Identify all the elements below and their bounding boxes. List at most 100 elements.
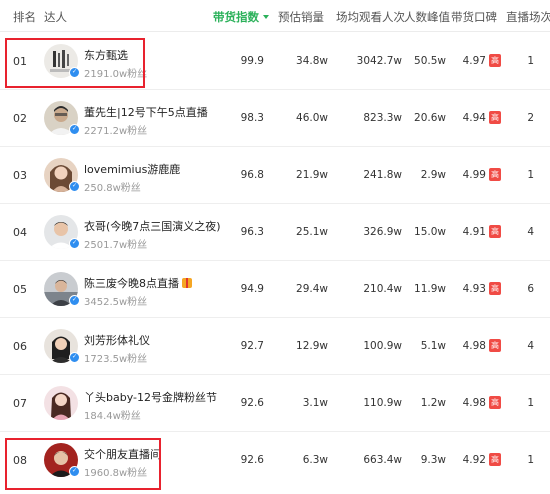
index-value: 92.7: [240, 340, 264, 352]
rank-number: 05: [13, 283, 27, 296]
table-row[interactable]: 06 ✓ 刘芳形体礼仪 1723.5w粉丝 92.7 12.9w 100.9w …: [0, 318, 550, 375]
fan-count: 2191.0w粉丝: [84, 69, 148, 80]
peak-value: 15.0w: [414, 226, 446, 238]
index-value: 92.6: [240, 397, 264, 409]
session-count: 4: [527, 226, 534, 238]
high-badge: 高: [489, 339, 501, 352]
header-streamer: 达人: [44, 10, 67, 24]
sales-value: 34.8w: [296, 55, 328, 67]
fan-count: 250.8w粉丝: [84, 183, 141, 194]
peak-value: 9.3w: [420, 454, 446, 466]
fan-count: 2501.7w粉丝: [84, 240, 148, 251]
views-value: 823.3w: [363, 112, 402, 124]
high-badge: 高: [489, 54, 501, 67]
rank-number: 07: [13, 397, 27, 410]
index-value: 98.3: [240, 112, 264, 124]
reputation-value: 4.91: [462, 226, 486, 238]
table-row[interactable]: 01 ✓ 东方甄选 2191.0w粉丝 99.9 34.8w 3042.7w 5…: [0, 33, 550, 90]
high-badge: 高: [489, 168, 501, 181]
streamer-name[interactable]: 陈三废今晚8点直播: [84, 275, 192, 291]
table-row[interactable]: 08 ✓ 交个朋友直播间 1960.8w粉丝 92.6 6.3w 663.4w …: [0, 432, 550, 494]
peak-value: 11.9w: [414, 283, 446, 295]
rank-number: 06: [13, 340, 27, 353]
index-value: 99.9: [240, 55, 264, 67]
peak-value: 5.1w: [420, 340, 446, 352]
reputation-value: 4.93: [462, 283, 486, 295]
streamer-name[interactable]: 衣哥(今晚7点三国演义之夜): [84, 218, 221, 234]
index-value: 94.9: [240, 283, 264, 295]
streamer-name[interactable]: 丫头baby-12号金牌粉丝节: [84, 389, 217, 405]
sales-value: 3.1w: [302, 397, 328, 409]
sales-value: 25.1w: [296, 226, 328, 238]
table-row[interactable]: 03 ✓ lovemimius游鹿鹿 250.8w粉丝 96.8 21.9w 2…: [0, 147, 550, 204]
session-count: 1: [527, 55, 534, 67]
table-row[interactable]: 02 ✓ 董先生|12号下午5点直播 2271.2w粉丝 98.3 46.0w …: [0, 90, 550, 147]
table-row[interactable]: 05 ✓ 陈三废今晚8点直播 3452.5w粉丝 94.9 29.4w 210.…: [0, 261, 550, 318]
streamer-name[interactable]: 交个朋友直播间: [84, 446, 161, 462]
reputation-value: 4.99: [462, 169, 486, 181]
table-row[interactable]: 07 ✓ 丫头baby-12号金牌粉丝节 184.4w粉丝 92.6 3.1w …: [0, 375, 550, 432]
streamer-name[interactable]: lovemimius游鹿鹿: [84, 161, 180, 177]
sort-desc-icon: [263, 14, 269, 19]
session-count: 1: [527, 169, 534, 181]
views-value: 100.9w: [363, 340, 402, 352]
reputation-value: 4.97: [462, 55, 486, 67]
fan-count: 184.4w粉丝: [84, 411, 141, 422]
streamer-name[interactable]: 东方甄选: [84, 47, 128, 63]
high-badge: 高: [489, 225, 501, 238]
high-badge: 高: [489, 282, 501, 295]
verified-icon: ✓: [69, 238, 80, 249]
verified-icon: ✓: [69, 466, 80, 477]
sales-value: 29.4w: [296, 283, 328, 295]
verified-icon: ✓: [69, 124, 80, 135]
index-value: 96.3: [240, 226, 264, 238]
reputation-value: 4.94: [462, 112, 486, 124]
fan-count: 1723.5w粉丝: [84, 354, 148, 365]
header-views[interactable]: 场均观看人次: [336, 9, 405, 25]
header-sales[interactable]: 预估销量: [278, 9, 324, 25]
reputation-value: 4.98: [462, 397, 486, 409]
header-rank: 排名: [13, 10, 36, 24]
header-reputation[interactable]: 带货口碑: [451, 9, 497, 25]
header-peak[interactable]: 人数峰值: [404, 9, 450, 25]
high-badge: 高: [489, 453, 501, 466]
header-index-sort[interactable]: 带货指数: [213, 9, 269, 25]
session-count: 6: [527, 283, 534, 295]
reputation-value: 4.98: [462, 340, 486, 352]
avatar[interactable]: [44, 386, 78, 420]
session-count: 1: [527, 397, 534, 409]
verified-icon: ✓: [69, 181, 80, 192]
rank-number: 08: [13, 454, 27, 467]
views-value: 3042.7w: [356, 55, 402, 67]
streamer-name[interactable]: 刘芳形体礼仪: [84, 332, 150, 348]
table-header: 排名 达人 带货指数 预估销量 场均观看人次 人数峰值 带货口碑 直播场次: [0, 0, 550, 32]
session-count: 4: [527, 340, 534, 352]
streamer-name-text: 陈三废今晚8点直播: [84, 277, 179, 290]
session-count: 1: [527, 454, 534, 466]
views-value: 663.4w: [363, 454, 402, 466]
peak-value: 2.9w: [420, 169, 446, 181]
session-count: 2: [527, 112, 534, 124]
streamer-name[interactable]: 董先生|12号下午5点直播: [84, 104, 208, 120]
views-value: 326.9w: [363, 226, 402, 238]
fan-count: 1960.8w粉丝: [84, 468, 148, 479]
peak-value: 20.6w: [414, 112, 446, 124]
index-value: 96.8: [240, 169, 264, 181]
verified-icon: ✓: [69, 352, 80, 363]
rank-number: 01: [13, 55, 27, 68]
sales-value: 21.9w: [296, 169, 328, 181]
fan-count: 3452.5w粉丝: [84, 297, 148, 308]
views-value: 110.9w: [363, 397, 402, 409]
gift-icon: [182, 278, 192, 288]
rank-number: 02: [13, 112, 27, 125]
header-count[interactable]: 直播场次: [506, 9, 550, 25]
header-index-label: 带货指数: [213, 10, 259, 24]
peak-value: 1.2w: [420, 397, 446, 409]
rank-number: 04: [13, 226, 27, 239]
reputation-value: 4.92: [462, 454, 486, 466]
table-row[interactable]: 04 ✓ 衣哥(今晚7点三国演义之夜) 2501.7w粉丝 96.3 25.1w…: [0, 204, 550, 261]
index-value: 92.6: [240, 454, 264, 466]
sales-value: 6.3w: [302, 454, 328, 466]
verified-icon: ✓: [69, 295, 80, 306]
fan-count: 2271.2w粉丝: [84, 126, 148, 137]
